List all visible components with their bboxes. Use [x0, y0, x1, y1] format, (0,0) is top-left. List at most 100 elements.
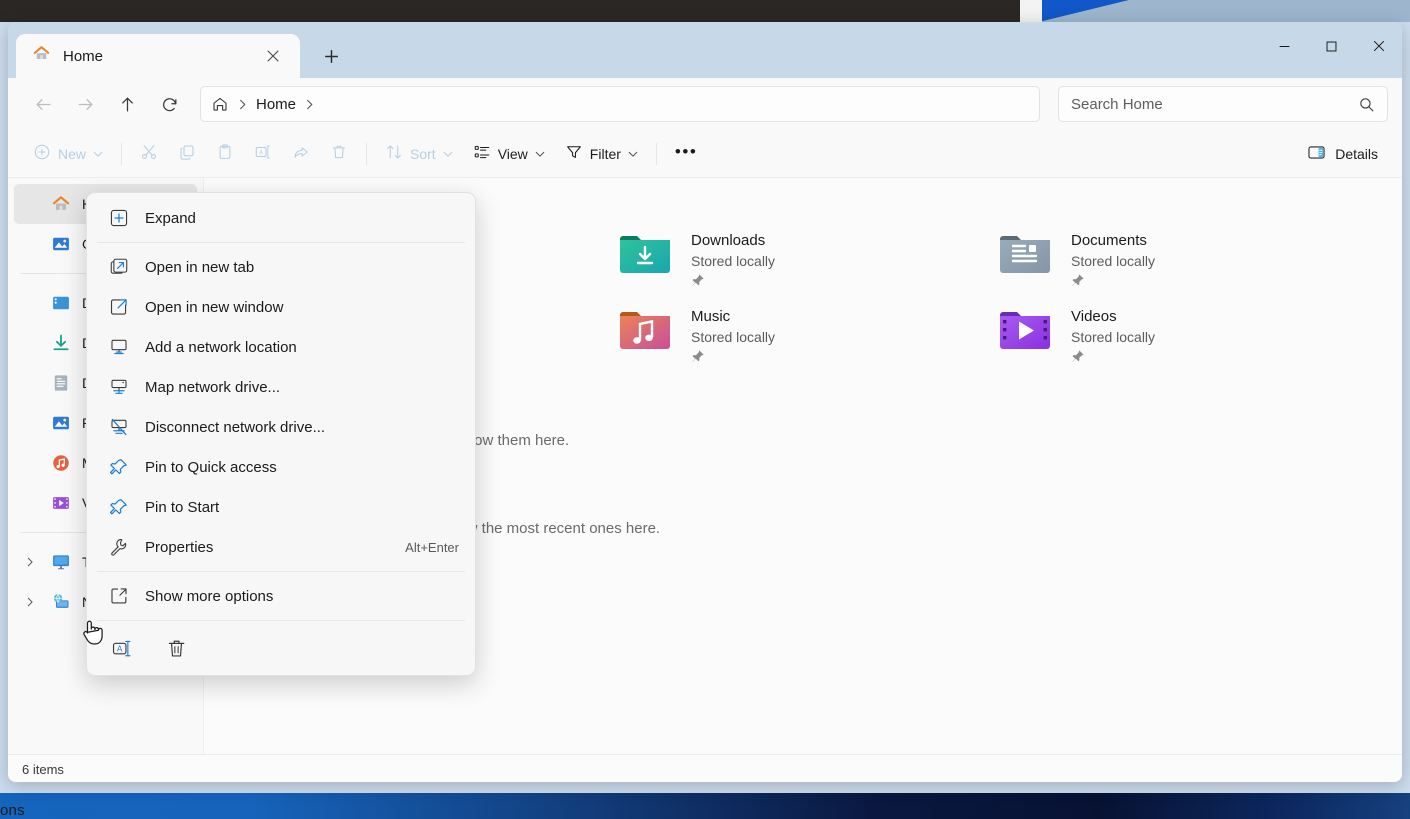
delete-button[interactable] — [321, 137, 357, 171]
menu-item-disconnect-network-drive[interactable]: Disconnect network drive... — [91, 407, 471, 447]
new-button[interactable]: New — [24, 137, 112, 171]
chevron-down-icon-3 — [535, 146, 545, 162]
menu-item-label: Add a network location — [145, 338, 297, 356]
search-box[interactable] — [1058, 86, 1388, 122]
tile-name: Videos — [1071, 308, 1117, 325]
menu-item-pin-to-quick-access[interactable]: Pin to Quick access — [91, 447, 471, 487]
expand-plus-icon — [109, 209, 129, 227]
copy-button[interactable] — [169, 137, 205, 171]
address-bar[interactable]: Home — [200, 86, 1040, 122]
music-icon — [50, 452, 72, 474]
rename-button[interactable]: A — [245, 137, 281, 171]
forward-button[interactable] — [66, 87, 104, 121]
filter-button[interactable]: Filter — [556, 137, 647, 171]
menu-item-label: Open in new tab — [145, 258, 255, 276]
tile-text: Videos Stored locally — [1071, 307, 1155, 368]
folder-music-icon — [618, 307, 672, 351]
tab-strip: Home — [8, 22, 348, 78]
details-pane-button[interactable]: Details — [1297, 137, 1388, 171]
chevron-right-icon[interactable] — [20, 597, 40, 607]
pin-icon — [691, 349, 775, 368]
open-new-window-icon — [109, 298, 129, 316]
rename-icon[interactable]: A — [109, 635, 135, 661]
folder-videos-icon — [998, 307, 1052, 351]
delete-icon[interactable] — [163, 635, 189, 661]
documents-icon — [50, 372, 72, 394]
menu-item-pin-to-start[interactable]: Pin to Start — [91, 487, 471, 527]
chevron-down-icon-4 — [628, 146, 638, 162]
tile-name: Downloads — [691, 232, 766, 249]
context-menu-icon-row: A — [91, 625, 471, 671]
new-button-label: New — [58, 145, 87, 162]
context-menu: Expand Open in new tab Open in new windo… — [86, 192, 476, 676]
search-input[interactable] — [1071, 95, 1358, 113]
sort-icon — [385, 143, 403, 164]
context-menu-divider-3 — [97, 620, 465, 621]
folder-documents-icon — [998, 231, 1052, 275]
menu-item-map-network-drive[interactable]: Map network drive... — [91, 367, 471, 407]
ellipsis-icon: ••• — [674, 141, 698, 161]
view-icon — [473, 143, 491, 164]
chevron-right-icon[interactable] — [20, 557, 40, 567]
menu-item-open-in-new-tab[interactable]: Open in new tab — [91, 247, 471, 287]
new-tab-button[interactable] — [314, 39, 348, 73]
minimize-button[interactable] — [1261, 22, 1308, 70]
maximize-button[interactable] — [1308, 22, 1355, 70]
tile-text: Music Stored locally — [691, 307, 775, 368]
tile-sub: Stored locally — [1071, 329, 1156, 345]
menu-item-accelerator: Alt+Enter — [405, 539, 459, 555]
menu-item-label: Expand — [145, 209, 196, 227]
chevron-right-icon — [237, 99, 248, 110]
see-more-button[interactable]: ••• — [666, 137, 706, 171]
sort-button[interactable]: Sort — [376, 137, 462, 171]
menu-item-add-network-location[interactable]: Add a network location — [91, 327, 471, 367]
divider-2 — [366, 142, 368, 165]
filter-button-label: Filter — [589, 145, 621, 162]
downloads-icon — [50, 332, 72, 354]
refresh-button[interactable] — [150, 87, 188, 121]
pin-icon — [109, 498, 129, 516]
menu-item-label: Pin to Start — [145, 498, 220, 516]
home-icon — [32, 44, 51, 68]
search-icon[interactable] — [1358, 96, 1375, 113]
tile-name: Documents — [1071, 232, 1147, 249]
tile-downloads[interactable]: Downloads Stored locally — [610, 223, 990, 299]
status-bar: 6 items — [8, 754, 1402, 782]
tile-text: Documents Stored locally — [1071, 231, 1155, 292]
title-bar: Home — [8, 22, 1402, 78]
chevron-right-icon-2[interactable] — [304, 99, 315, 110]
menu-item-properties[interactable]: Properties Alt+Enter — [91, 527, 471, 567]
menu-item-open-in-new-window[interactable]: Open in new window — [91, 287, 471, 327]
menu-item-show-more-options[interactable]: Show more options — [91, 576, 471, 616]
tile-sub: Stored locally — [1071, 253, 1156, 269]
tile-name: Music — [691, 308, 731, 325]
wrench-icon — [109, 538, 129, 556]
desktop-icon — [50, 292, 72, 314]
close-icon[interactable] — [260, 43, 286, 69]
trash-icon — [330, 143, 348, 164]
tile-documents[interactable]: Documents Stored locally — [990, 223, 1370, 299]
cut-button[interactable] — [131, 137, 167, 171]
tile-music[interactable]: Music Stored locally — [610, 299, 990, 375]
pin-icon — [1071, 273, 1155, 292]
paste-button[interactable] — [207, 137, 243, 171]
share-icon — [292, 143, 310, 164]
tile-videos[interactable]: Videos Stored locally — [990, 299, 1370, 375]
menu-item-label: Show more options — [145, 587, 274, 605]
tab-home[interactable]: Home — [16, 34, 300, 78]
menu-item-label: Disconnect network drive... — [145, 418, 326, 436]
breadcrumb-current[interactable]: Home — [256, 96, 296, 113]
context-menu-divider-1 — [97, 242, 465, 243]
menu-item-expand[interactable]: Expand — [91, 198, 471, 238]
share-button[interactable] — [283, 137, 319, 171]
home-icon — [50, 193, 72, 215]
tab-title: Home — [63, 47, 104, 65]
back-button[interactable] — [24, 87, 62, 121]
view-button[interactable]: View — [464, 137, 554, 171]
breadcrumb-home-icon[interactable] — [211, 95, 229, 113]
pictures-icon — [50, 412, 72, 434]
screen: ons Home Home Search Home New A Sort Vie… — [0, 0, 1410, 819]
up-button[interactable] — [108, 87, 146, 121]
close-window-button[interactable] — [1355, 22, 1402, 70]
menu-item-label: Map network drive... — [145, 378, 281, 396]
